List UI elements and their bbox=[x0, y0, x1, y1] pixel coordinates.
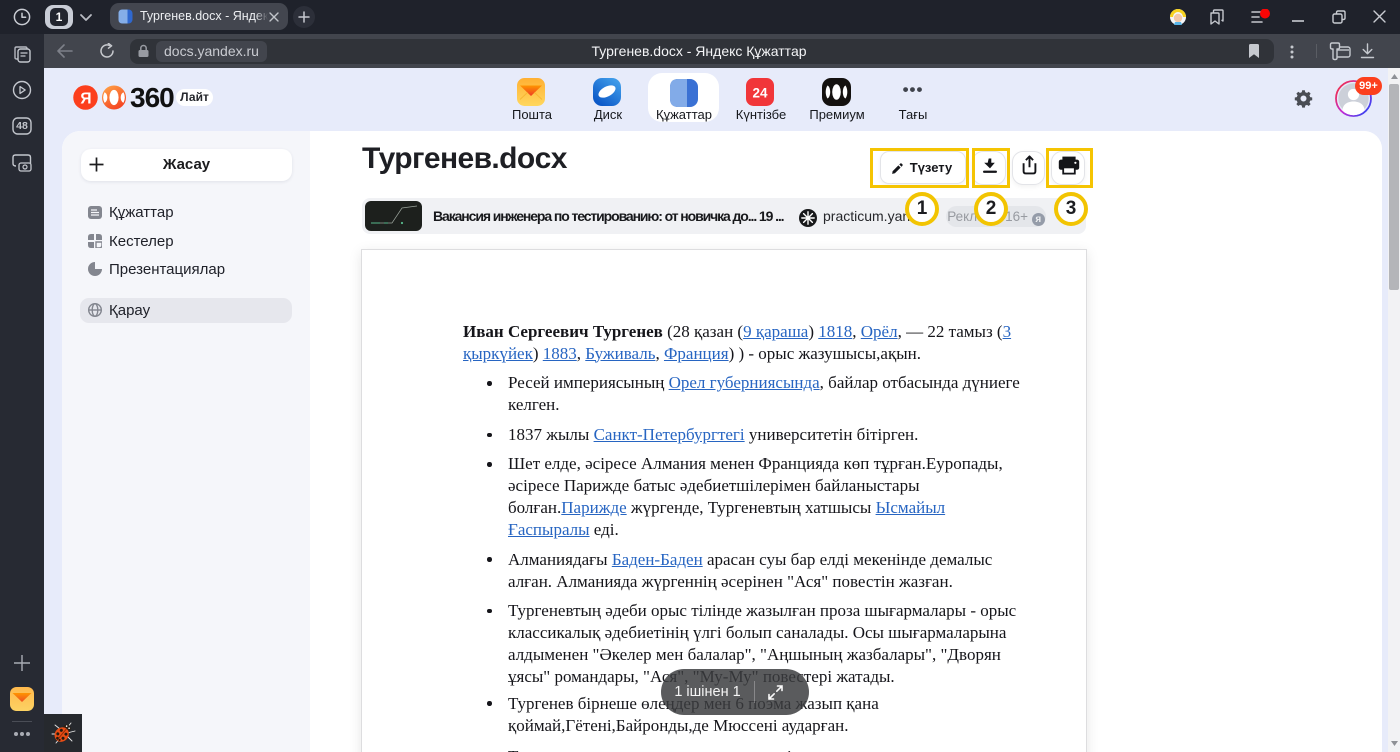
svg-text:24: 24 bbox=[752, 86, 768, 101]
svg-text:Я: Я bbox=[80, 90, 91, 107]
